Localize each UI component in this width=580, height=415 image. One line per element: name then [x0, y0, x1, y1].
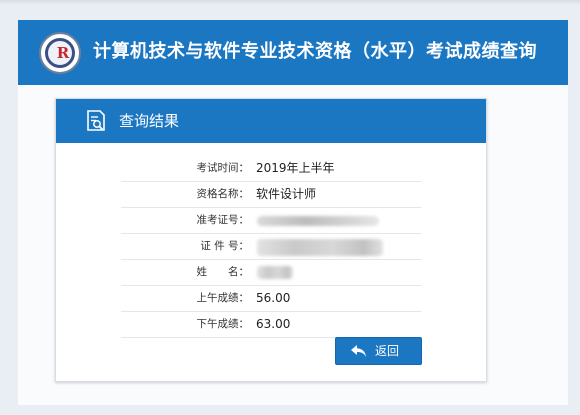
morning-score-label: 上午成绩： [196, 292, 250, 304]
name-label: 姓 名： [196, 266, 250, 278]
id-number-label: 证 件 号： [200, 240, 249, 252]
row-afternoon-score: 下午成绩： 63.00 [121, 312, 421, 338]
top-strip [0, 0, 580, 6]
exam-time-label: 考试时间： [196, 162, 250, 174]
admission-number-redacted [257, 216, 379, 226]
page-container: R 计算机技术与软件专业技术资格（水平）考试成绩查询 查询结果 考试时间： 20… [18, 20, 568, 405]
row-morning-score: 上午成绩： 56.00 [121, 286, 421, 312]
name-redacted [257, 266, 293, 279]
qualification-value: 软件设计师 [256, 187, 317, 201]
result-title: 查询结果 [119, 112, 180, 130]
search-document-icon [87, 110, 105, 131]
exam-logo-icon: R [39, 32, 81, 74]
admission-number-label: 准考证号： [196, 214, 250, 226]
result-card-header: 查询结果 [56, 99, 486, 143]
afternoon-score-value: 63.00 [256, 317, 291, 331]
row-qualification: 资格名称： 软件设计师 [121, 182, 421, 208]
row-id-number: 证 件 号： [121, 234, 421, 260]
logo-letter: R [56, 44, 70, 62]
id-number-redacted [257, 239, 383, 256]
site-header: R 计算机技术与软件专业技术资格（水平）考试成绩查询 [18, 20, 568, 85]
morning-score-value: 56.00 [256, 291, 291, 305]
back-button-label: 返回 [375, 344, 400, 358]
exam-time-value: 2019年上半年 [256, 161, 335, 175]
result-table: 考试时间： 2019年上半年 资格名称： 软件设计师 准考证号： 证 件 号： … [121, 156, 421, 338]
row-exam-time: 考试时间： 2019年上半年 [121, 156, 421, 182]
back-arrow-icon [351, 345, 366, 357]
afternoon-score-label: 下午成绩： [196, 318, 250, 330]
qualification-label: 资格名称： [196, 188, 250, 200]
result-card: 查询结果 考试时间： 2019年上半年 资格名称： 软件设计师 准考证号： 证 … [55, 98, 487, 382]
row-admission-number: 准考证号： [121, 208, 421, 234]
back-button[interactable]: 返回 [335, 337, 422, 365]
row-name: 姓 名： [121, 260, 421, 286]
site-title: 计算机技术与软件专业技术资格（水平）考试成绩查询 [93, 41, 537, 62]
